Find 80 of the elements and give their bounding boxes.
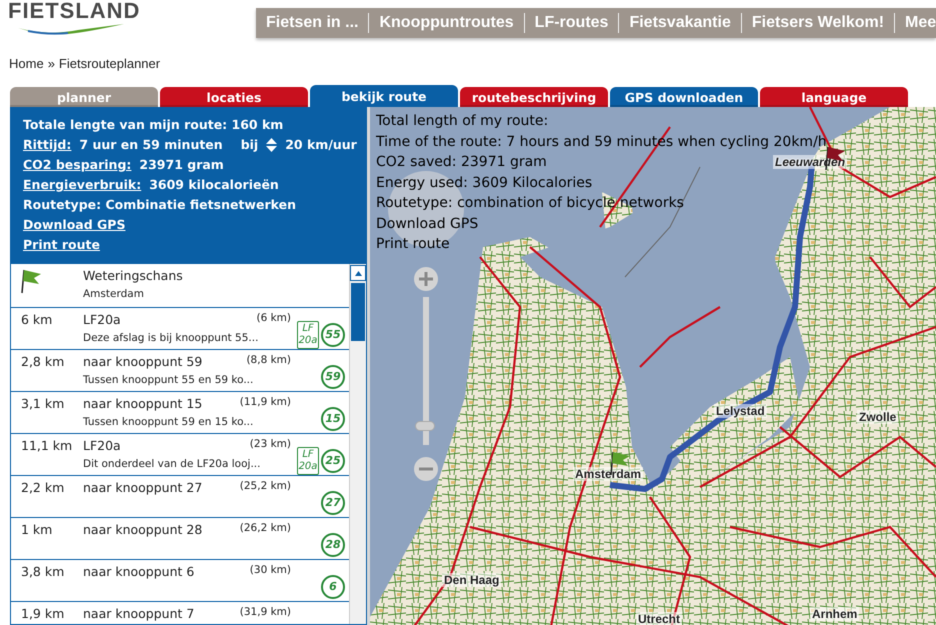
- overlay-text: Print route: [376, 235, 450, 254]
- co2-link[interactable]: CO2 besparing:: [23, 155, 132, 175]
- logo-text[interactable]: FIETSLAND: [8, 0, 256, 22]
- overlay-text: Download GPS: [376, 214, 478, 234]
- step-detail: Tussen knooppunt 59 en 15 ko...: [83, 416, 254, 428]
- junction-badge: 15: [321, 406, 345, 430]
- tab[interactable]: GPS downloaden: [610, 87, 758, 107]
- tab[interactable]: language: [760, 87, 908, 107]
- summary-link[interactable]: Print route: [23, 235, 100, 255]
- plus-icon: [419, 272, 433, 286]
- routetype-text: Routetype: Combinatie fietsnetwerken: [23, 196, 296, 214]
- overlay-text: Total length of my route:: [376, 112, 548, 131]
- step-distance: 3,1 km: [21, 396, 66, 413]
- up-down-arrows-icon[interactable]: [266, 138, 278, 152]
- zoom-slider-thumb[interactable]: [415, 421, 435, 432]
- duration-value: 7 uur en 59 minuten: [79, 136, 223, 154]
- up-arrow-icon: [354, 270, 362, 276]
- speed-prefix: bij: [240, 136, 258, 154]
- scrollbar[interactable]: [349, 264, 366, 624]
- city-label: Amsterdam: [573, 467, 644, 481]
- step-name: LF20a: [83, 312, 121, 327]
- city-label: Utrecht: [636, 612, 682, 625]
- step-total: (8,8 km): [246, 354, 291, 366]
- step-distance: 2,2 km: [21, 480, 66, 497]
- minus-icon: [419, 467, 433, 471]
- summary-link[interactable]: Download GPS: [23, 215, 126, 235]
- step-name: naar knooppunt 59: [83, 354, 202, 369]
- step-detail: Amsterdam: [83, 288, 144, 300]
- step-total: (11,9 km): [240, 396, 291, 408]
- flag-icon: [21, 268, 43, 294]
- junction-badge: 6: [321, 574, 345, 598]
- speed-value: 20 km/uur: [285, 136, 357, 154]
- tab[interactable]: locaties: [160, 87, 308, 107]
- tab[interactable]: bekijk route: [310, 85, 458, 107]
- total-length-text: Totale lengte van mijn route: 160 km: [23, 116, 284, 134]
- step-name: naar knooppunt 6: [83, 564, 194, 579]
- step-total: (6 km): [256, 312, 291, 324]
- junction-badge: 59: [321, 364, 345, 388]
- energy-link[interactable]: Energieverbruik:: [23, 175, 142, 195]
- step-distance: 11,1 km: [21, 438, 74, 455]
- step-distance: 3,8 km: [21, 564, 66, 581]
- city-label: Arnhem: [810, 607, 860, 621]
- step-total: (23 km): [250, 438, 291, 450]
- energy-value: 3609 kilocalorieën: [149, 176, 279, 194]
- lf-route-badge: LF 20a: [297, 320, 319, 348]
- city-label: Lelystad: [714, 404, 767, 418]
- co2-value: 23971 gram: [139, 156, 224, 174]
- step-detail: Dit onderdeel van de LF20a looj...: [83, 458, 260, 470]
- step-total: (31,9 km): [240, 606, 291, 618]
- city-label: Den Haag: [442, 573, 502, 587]
- step-name: Weteringschans: [83, 268, 183, 283]
- step-name: naar knooppunt 27: [83, 480, 202, 495]
- lf-route-badge: LF 20a: [297, 446, 319, 474]
- junction-badge: 55: [321, 322, 345, 346]
- step-name: naar knooppunt 28: [83, 522, 202, 537]
- breadcrumb-separator: »: [48, 56, 55, 70]
- step-detail: Deze afslag is bij knooppunt 55...: [83, 332, 258, 344]
- duration-link[interactable]: Rittijd:: [23, 135, 72, 155]
- scroll-up-button[interactable]: [350, 265, 366, 281]
- step-name: naar knooppunt 15: [83, 396, 202, 411]
- overlay-text: Energy used: 3609 Kilocalories: [376, 174, 592, 192]
- step-distance: 1 km: [21, 522, 54, 539]
- junction-badge: 25: [321, 448, 345, 472]
- step-name: LF20a: [83, 438, 121, 453]
- overlay-text: CO2 saved: 23971 gram: [376, 153, 547, 172]
- junction-badge: 27: [321, 490, 345, 514]
- city-label: Zwolle: [857, 410, 898, 424]
- step-detail: Tussen knooppunt 55 en 59 ko...: [83, 374, 254, 386]
- step-distance: 1,9 km: [21, 606, 66, 623]
- step-distance: 6 km: [21, 312, 54, 329]
- junction-badge: 28: [321, 532, 345, 556]
- breadcrumb-link[interactable]: Home: [9, 56, 44, 70]
- breadcrumb-current: Fietsrouteplanner: [58, 56, 160, 70]
- step-total: (25,2 km): [240, 480, 291, 492]
- step-distance: 2,8 km: [21, 354, 66, 371]
- tab[interactable]: routebeschrijving: [460, 87, 608, 107]
- step-name: naar knooppunt 7: [83, 606, 194, 621]
- step-total: (30 km): [250, 564, 291, 576]
- step-total: (26,2 km): [240, 522, 291, 534]
- scrollbar-thumb[interactable]: [351, 283, 365, 341]
